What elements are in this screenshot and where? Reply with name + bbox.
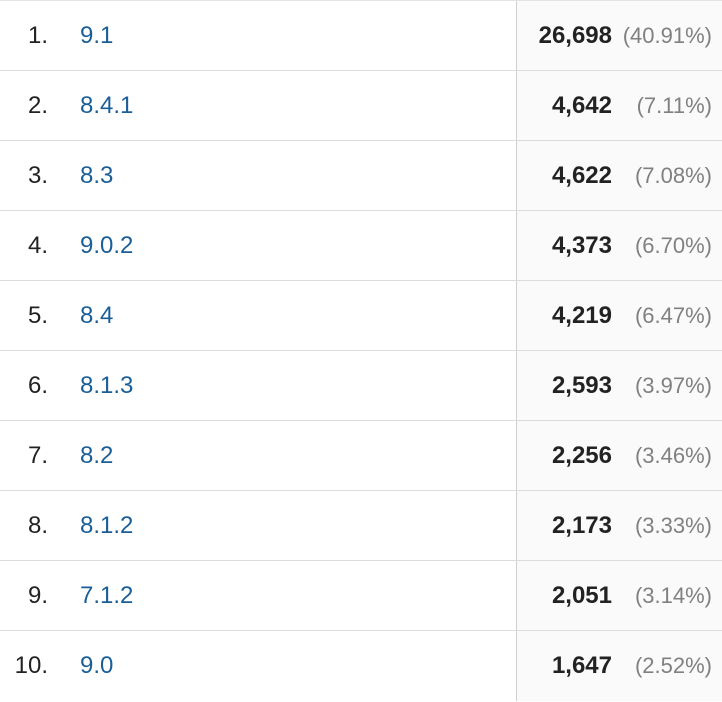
session-count: 4,622 [551, 162, 612, 189]
table-row: 7. 8.2 2,256 (3.46%) [0, 421, 722, 491]
version-link[interactable]: 9.0.2 [80, 211, 133, 281]
dimension-cell: 2. 8.4.1 [0, 71, 516, 140]
dimension-cell: 9. 7.1.2 [0, 561, 516, 630]
session-percent: (40.91%) [622, 23, 712, 48]
session-percent: (6.47%) [634, 303, 712, 328]
session-percent: (7.11%) [636, 93, 712, 118]
metric-cell: 2,256 (3.46%) [516, 421, 722, 490]
session-percent: (3.14%) [634, 583, 712, 608]
dimension-cell: 3. 8.3 [0, 141, 516, 210]
metric-cell: 4,642 (7.11%) [516, 71, 722, 140]
session-count: 4,642 [551, 92, 612, 119]
table-row: 3. 8.3 4,622 (7.08%) [0, 141, 722, 211]
version-link[interactable]: 9.0 [80, 631, 113, 701]
session-percent: (6.70%) [634, 233, 712, 258]
dimension-cell: 7. 8.2 [0, 421, 516, 490]
row-rank: 3. [27, 162, 48, 189]
table-row: 9. 7.1.2 2,051 (3.14%) [0, 561, 722, 631]
metric-cell: 26,698 (40.91%) [516, 1, 722, 70]
dimension-cell: 1. 9.1 [0, 1, 516, 70]
session-count: 2,593 [551, 372, 612, 399]
session-count: 26,698 [538, 22, 612, 49]
table-row: 8. 8.1.2 2,173 (3.33%) [0, 491, 722, 561]
table-row: 10. 9.0 1,647 (2.52%) [0, 631, 722, 701]
row-rank: 10. [14, 652, 48, 679]
row-rank: 4. [27, 232, 48, 259]
session-count: 2,256 [551, 442, 612, 469]
row-rank: 7. [27, 442, 48, 469]
version-link[interactable]: 8.4 [80, 281, 113, 351]
metric-cell: 1,647 (2.52%) [516, 631, 722, 701]
metric-cell: 2,051 (3.14%) [516, 561, 722, 630]
version-link[interactable]: 7.1.2 [80, 561, 133, 631]
version-link[interactable]: 9.1 [80, 1, 113, 71]
row-rank: 5. [27, 302, 48, 329]
version-link[interactable]: 8.1.3 [80, 351, 133, 421]
row-rank: 2. [27, 92, 48, 119]
row-rank: 8. [27, 512, 48, 539]
metric-cell: 2,593 (3.97%) [516, 351, 722, 420]
session-percent: (3.46%) [634, 443, 712, 468]
report-table: 1. 9.1 26,698 (40.91%) 2. 8.4.1 4,642 (7… [0, 0, 722, 702]
version-link[interactable]: 8.4.1 [80, 71, 133, 141]
session-count: 2,173 [551, 512, 612, 539]
metric-cell: 4,373 (6.70%) [516, 211, 722, 280]
session-percent: (3.97%) [634, 373, 712, 398]
table-row: 4. 9.0.2 4,373 (6.70%) [0, 211, 722, 281]
dimension-cell: 6. 8.1.3 [0, 351, 516, 420]
session-count: 4,373 [551, 232, 612, 259]
row-rank: 6. [27, 372, 48, 399]
session-count: 2,051 [551, 582, 612, 609]
dimension-cell: 8. 8.1.2 [0, 491, 516, 560]
row-rank: 1. [27, 22, 48, 49]
table-row: 1. 9.1 26,698 (40.91%) [0, 1, 722, 71]
metric-cell: 4,622 (7.08%) [516, 141, 722, 210]
table-row: 6. 8.1.3 2,593 (3.97%) [0, 351, 722, 421]
metric-cell: 4,219 (6.47%) [516, 281, 722, 350]
session-count: 1,647 [551, 652, 612, 679]
table-row: 5. 8.4 4,219 (6.47%) [0, 281, 722, 351]
session-count: 4,219 [551, 302, 612, 329]
table-row: 2. 8.4.1 4,642 (7.11%) [0, 71, 722, 141]
version-link[interactable]: 8.1.2 [80, 491, 133, 561]
dimension-cell: 4. 9.0.2 [0, 211, 516, 280]
session-percent: (2.52%) [634, 653, 712, 678]
metric-cell: 2,173 (3.33%) [516, 491, 722, 560]
version-link[interactable]: 8.2 [80, 421, 113, 491]
dimension-cell: 10. 9.0 [0, 631, 516, 701]
dimension-cell: 5. 8.4 [0, 281, 516, 350]
row-rank: 9. [27, 582, 48, 609]
session-percent: (3.33%) [634, 513, 712, 538]
session-percent: (7.08%) [634, 163, 712, 188]
version-link[interactable]: 8.3 [80, 141, 113, 211]
